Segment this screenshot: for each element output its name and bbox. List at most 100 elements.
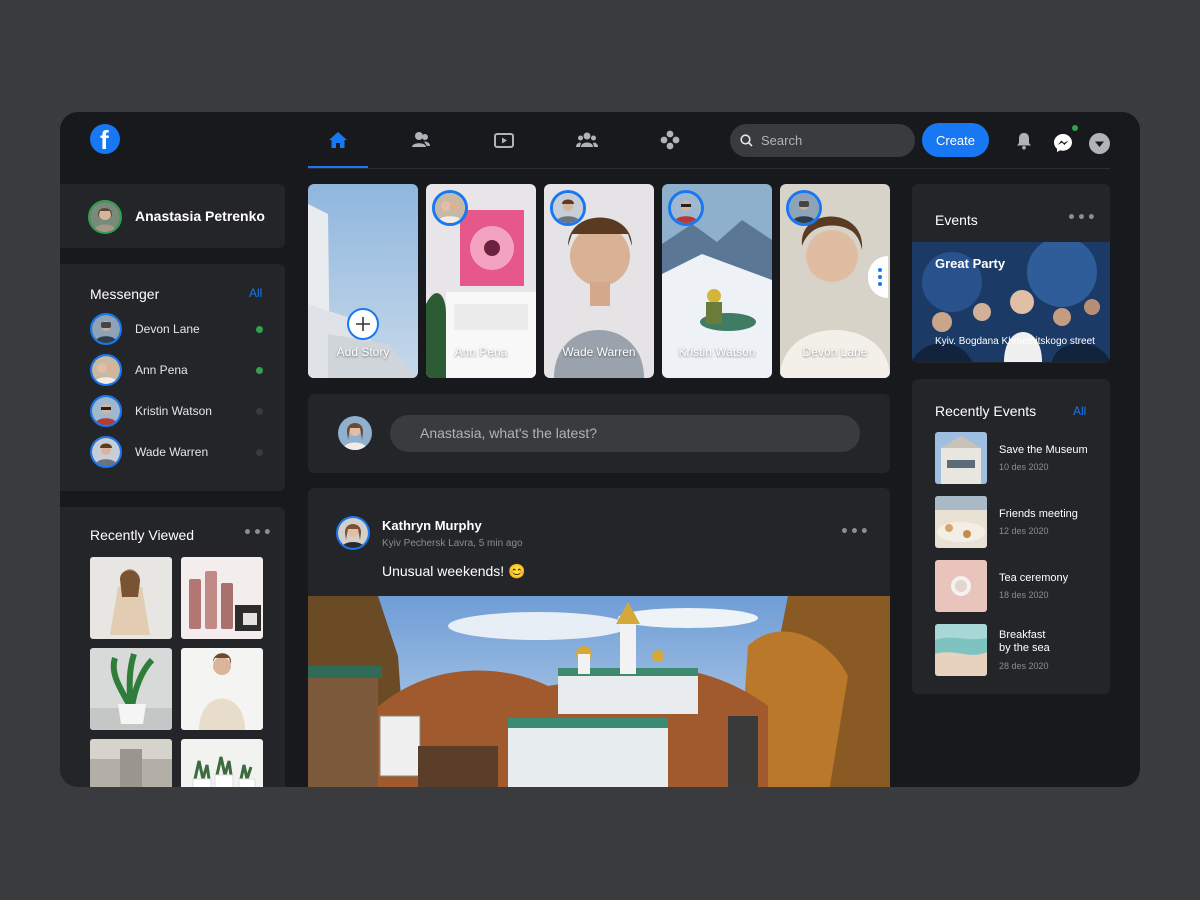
bell-icon[interactable] bbox=[1016, 132, 1032, 150]
more-vertical-icon bbox=[878, 268, 882, 286]
featured-event[interactable]: Great Party Kyiv. Bogdana Khmelnitskogo … bbox=[912, 242, 1110, 362]
profile-card[interactable]: Anastasia Petrenko bbox=[60, 184, 285, 248]
offline-status-dot bbox=[256, 408, 263, 415]
composer-avatar bbox=[338, 416, 372, 450]
event-name: Tea ceremony bbox=[999, 572, 1069, 584]
app-window: f Create Anastasia Petrenko bbox=[60, 112, 1140, 787]
messenger-icon[interactable] bbox=[1053, 133, 1073, 153]
add-story-plus-icon[interactable] bbox=[347, 308, 379, 340]
profile-name: Anastasia Petrenko bbox=[135, 208, 265, 224]
online-status-dot bbox=[256, 326, 263, 333]
contact-avatar bbox=[90, 313, 122, 345]
post-meta: Kyiv Pechersk Lavra, 5 min ago bbox=[382, 538, 523, 549]
story-label: Add Story bbox=[336, 345, 390, 359]
contact-item[interactable]: Wade Warren bbox=[90, 436, 270, 468]
story-card[interactable]: Wade Warren bbox=[544, 184, 654, 378]
story-avatar bbox=[432, 190, 468, 226]
contact-name: Devon Lane bbox=[135, 322, 200, 336]
messenger-panel: Messenger All Devon Lane Ann Pena Kristi… bbox=[60, 264, 285, 491]
event-date: 12 des 2020 bbox=[999, 526, 1049, 536]
story-label: Wade Warren bbox=[562, 345, 636, 359]
online-status-dot bbox=[256, 367, 263, 374]
event-thumbnail bbox=[935, 496, 987, 548]
search-icon bbox=[740, 134, 753, 147]
event-name: Save the Museum bbox=[999, 444, 1088, 456]
story-avatar bbox=[668, 190, 704, 226]
messenger-unread-dot bbox=[1072, 125, 1078, 131]
contact-item[interactable]: Devon Lane bbox=[90, 313, 270, 345]
post-text: Unusual weekends! 😊 bbox=[382, 563, 526, 579]
recent-item-thumbnail[interactable] bbox=[181, 648, 263, 730]
create-button[interactable]: Create bbox=[922, 123, 989, 157]
messenger-all-link[interactable]: All bbox=[249, 286, 262, 300]
event-name: Friends meeting bbox=[999, 508, 1078, 520]
recent-item-thumbnail[interactable] bbox=[181, 739, 263, 787]
more-options-icon[interactable]: ••• bbox=[1067, 210, 1097, 226]
more-options-icon[interactable]: ••• bbox=[243, 525, 273, 541]
recent-item-thumbnail[interactable] bbox=[181, 557, 263, 639]
main-nav bbox=[308, 112, 723, 168]
nav-friends[interactable] bbox=[391, 112, 451, 168]
post-author-name[interactable]: Kathryn Murphy bbox=[382, 518, 482, 533]
featured-event-place: Kyiv. Bogdana Khmelnitskogo street bbox=[935, 336, 1095, 347]
story-card[interactable]: Kristin Watson bbox=[662, 184, 772, 378]
logo-letter: f bbox=[100, 125, 109, 155]
add-story-card[interactable]: Add Story bbox=[308, 184, 418, 378]
chevron-down-icon bbox=[1095, 141, 1104, 147]
nav-gaming[interactable] bbox=[640, 112, 700, 168]
featured-event-title: Great Party bbox=[935, 256, 1006, 271]
recently-viewed-title: Recently Viewed bbox=[90, 527, 195, 543]
home-icon bbox=[329, 132, 347, 148]
event-date: 28 des 2020 bbox=[999, 661, 1049, 671]
contact-item[interactable]: Ann Pena bbox=[90, 354, 270, 386]
facebook-logo-icon[interactable]: f bbox=[90, 124, 120, 155]
recent-item-thumbnail[interactable] bbox=[90, 557, 172, 639]
story-avatar bbox=[550, 190, 586, 226]
whats-new-input[interactable]: Anastasia, what's the latest? bbox=[390, 415, 932, 452]
gamepad-icon bbox=[660, 130, 680, 150]
recent-events-panel: Recently Events All Save the Museum 10 d… bbox=[912, 379, 1110, 694]
contact-name: Ann Pena bbox=[135, 363, 188, 377]
events-title: Events bbox=[935, 212, 978, 228]
events-panel: Events ••• Great Party Kyiv. Bogdana Khm… bbox=[912, 184, 1110, 363]
search-box[interactable] bbox=[730, 124, 915, 157]
contact-item[interactable]: Kristin Watson bbox=[90, 395, 270, 427]
story-label: Kristin Watson bbox=[678, 345, 756, 359]
nav-watch[interactable] bbox=[474, 112, 534, 168]
event-name: Breakfast by the sea bbox=[999, 629, 1050, 654]
feed-post: Kathryn Murphy Kyiv Pechersk Lavra, 5 mi… bbox=[308, 488, 890, 787]
topbar-divider bbox=[308, 168, 1110, 169]
contact-name: Wade Warren bbox=[135, 445, 209, 459]
event-thumbnail bbox=[935, 560, 987, 612]
event-item[interactable]: Friends meeting 12 des 2020 bbox=[935, 496, 1105, 550]
event-item[interactable]: Breakfast by the sea 28 des 2020 bbox=[935, 624, 1105, 678]
contact-avatar bbox=[90, 354, 122, 386]
stories-next-button[interactable] bbox=[868, 256, 888, 298]
recent-item-thumbnail[interactable] bbox=[90, 739, 172, 787]
friends-icon bbox=[412, 132, 430, 147]
post-author-avatar[interactable] bbox=[336, 516, 370, 550]
story-avatar bbox=[786, 190, 822, 226]
event-date: 18 des 2020 bbox=[999, 590, 1049, 600]
messenger-title: Messenger bbox=[90, 286, 160, 302]
post-image[interactable] bbox=[308, 596, 890, 787]
nav-home[interactable] bbox=[308, 112, 368, 168]
profile-avatar bbox=[88, 200, 122, 234]
story-card[interactable]: Ann Pena bbox=[426, 184, 536, 378]
contact-avatar bbox=[90, 436, 122, 468]
recent-item-thumbnail[interactable] bbox=[90, 648, 172, 730]
recently-viewed-panel: Recently Viewed ••• bbox=[60, 507, 285, 787]
recent-events-title: Recently Events bbox=[935, 403, 1037, 419]
event-item[interactable]: Save the Museum 10 des 2020 bbox=[935, 432, 1105, 486]
more-options-icon[interactable]: ••• bbox=[840, 524, 870, 540]
recent-events-all-link[interactable]: All bbox=[1073, 404, 1086, 418]
account-menu-button[interactable] bbox=[1089, 133, 1110, 154]
event-item[interactable]: Tea ceremony 18 des 2020 bbox=[935, 560, 1105, 614]
offline-status-dot bbox=[256, 449, 263, 456]
video-icon bbox=[494, 133, 514, 148]
event-thumbnail bbox=[935, 432, 987, 484]
search-input[interactable] bbox=[761, 133, 901, 148]
event-thumbnail bbox=[935, 624, 987, 676]
nav-groups[interactable] bbox=[557, 112, 617, 168]
contact-name: Kristin Watson bbox=[135, 404, 212, 418]
